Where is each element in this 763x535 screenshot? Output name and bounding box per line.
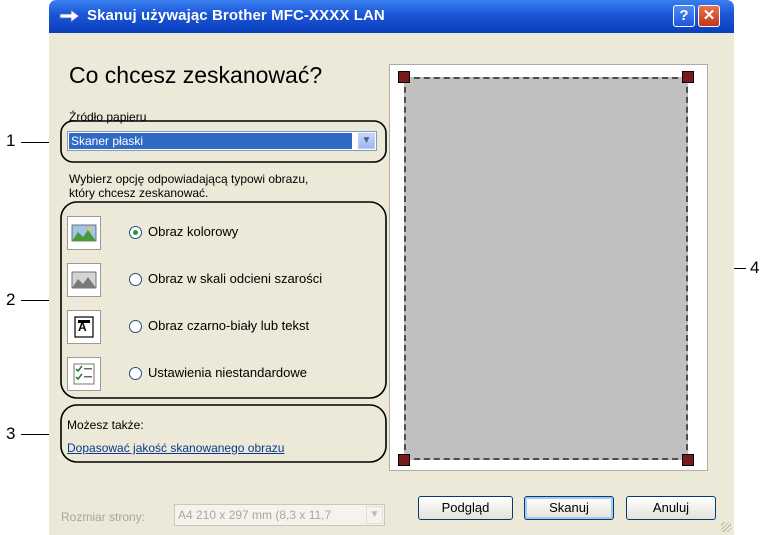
grayscale-image-icon (67, 263, 101, 297)
instruction-line-2: który chcesz zeskanować. (69, 186, 209, 200)
adjust-quality-link[interactable]: Dopasować jakość skanowanego obrazu (67, 441, 284, 455)
callout-4: 4 (750, 258, 760, 277)
paper-source-value: Skaner płaski (69, 133, 352, 149)
scan-button[interactable]: Skanuj (524, 496, 614, 520)
resize-handle-top-left[interactable] (398, 71, 410, 83)
paper-source-select[interactable]: Skaner płaski ▼ (67, 131, 377, 151)
chevron-down-icon[interactable]: ▼ (358, 133, 375, 149)
cancel-button[interactable]: Anuluj (626, 496, 716, 520)
page-size-select[interactable]: A4 210 x 297 mm (8,3 x 11,7 ▼ (174, 504, 385, 526)
page-size-value: A4 210 x 297 mm (8,3 x 11,7 (178, 508, 332, 522)
scan-dialog-window: Skanuj używając Brother MFC-XXXX LAN ? ✕… (49, 0, 734, 535)
scan-area-selection[interactable] (404, 77, 688, 460)
radio-grayscale-image[interactable] (129, 273, 142, 286)
radio-selected-dot (133, 230, 138, 235)
radio-bw-text[interactable] (129, 320, 142, 333)
scan-preview-area[interactable] (389, 64, 708, 471)
title-bar[interactable]: Skanuj używając Brother MFC-XXXX LAN ? ✕ (49, 0, 734, 33)
option-label: Ustawienia niestandardowe (148, 365, 307, 380)
resize-handle-top-right[interactable] (682, 71, 694, 83)
window-title: Skanuj używając Brother MFC-XXXX LAN (87, 7, 385, 24)
option-label: Obraz kolorowy (148, 224, 239, 239)
preview-button[interactable]: Podgląd (418, 496, 513, 520)
radio-custom-settings[interactable] (129, 367, 142, 380)
page-size-label: Rozmiar strony: (61, 510, 146, 524)
scanner-arrow-icon (59, 9, 80, 23)
also-label: Możesz także: (67, 418, 144, 432)
instruction-line-1: Wybierz opcję odpowiadającą typowi obraz… (69, 172, 309, 186)
page-title: Co chcesz zeskanować? (69, 62, 323, 88)
callout-3: 3 (6, 424, 16, 443)
resize-handle-bottom-left[interactable] (398, 454, 410, 466)
paper-source-label: Źródło papieru (69, 110, 147, 124)
option-label: Obraz w skali odcieni szarości (148, 271, 323, 286)
option-label: Obraz czarno-biały lub tekst (148, 318, 310, 333)
bw-text-icon: A (67, 310, 101, 344)
close-button[interactable]: ✕ (698, 5, 720, 27)
resize-handle-bottom-right[interactable] (682, 454, 694, 466)
custom-settings-icon (67, 357, 101, 391)
chevron-down-icon[interactable]: ▼ (366, 506, 383, 524)
callout-1: 1 (6, 131, 16, 150)
radio-color-image[interactable] (129, 226, 142, 239)
callout-2: 2 (6, 290, 16, 309)
help-button[interactable]: ? (673, 5, 695, 27)
resize-grip-icon[interactable] (721, 522, 731, 532)
color-image-icon (67, 216, 101, 250)
